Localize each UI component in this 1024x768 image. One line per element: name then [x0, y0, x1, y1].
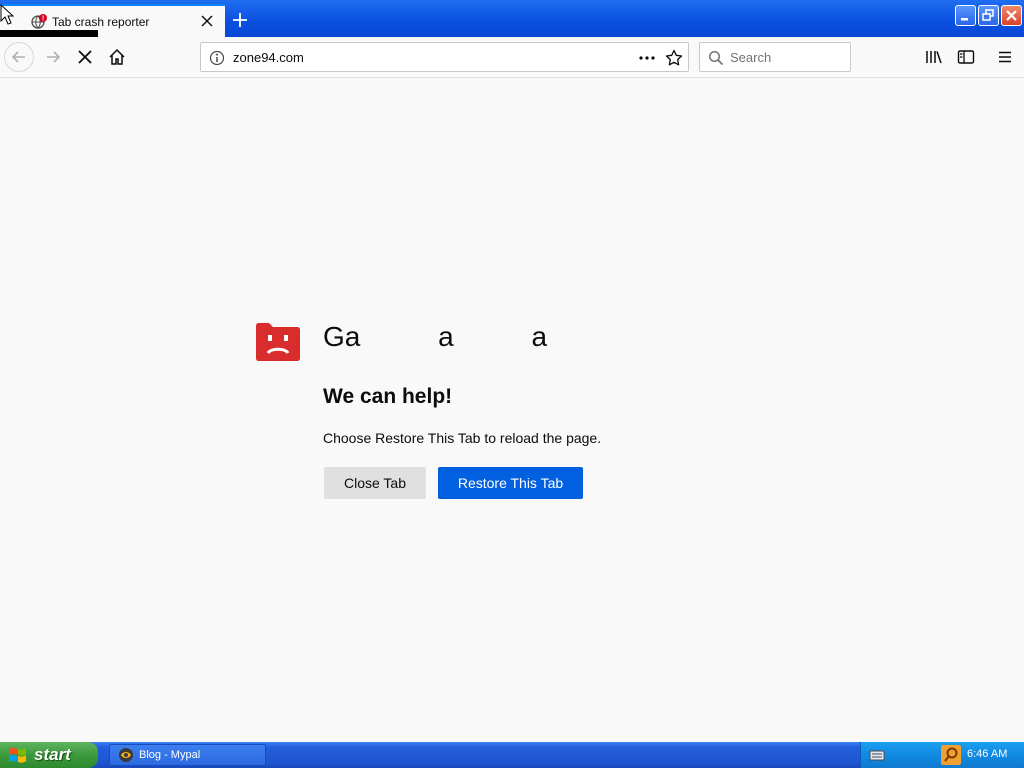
- restore-icon: [982, 9, 994, 21]
- close-window-icon: [1006, 10, 1017, 21]
- home-button[interactable]: [103, 43, 131, 71]
- keyboard-icon[interactable]: [869, 748, 885, 762]
- crash-title: Ga a a: [323, 321, 548, 352]
- mouse-cursor-icon: [0, 4, 14, 25]
- close-icon[interactable]: [199, 13, 215, 29]
- sidebar-button[interactable]: [952, 43, 980, 71]
- home-icon: [109, 48, 125, 65]
- close-tab-button[interactable]: Close Tab: [324, 467, 426, 499]
- search-input[interactable]: [730, 48, 845, 66]
- url-bar[interactable]: zone94.com: [200, 42, 689, 72]
- menu-button[interactable]: [991, 43, 1019, 71]
- back-button[interactable]: [4, 42, 34, 72]
- tab-badge: !: [42, 16, 44, 23]
- minimize-icon: [961, 18, 968, 21]
- system-tray: 6:46 AM: [860, 742, 1024, 768]
- window-controls: [955, 5, 1022, 27]
- stop-icon: [78, 50, 92, 64]
- taskbar: start Blog - Mypal 6:46 AM: [0, 742, 1024, 768]
- back-arrow-icon: [11, 51, 25, 63]
- crash-page: Ga a a We can help! Choose Restore This …: [0, 78, 1024, 742]
- stop-button[interactable]: [71, 43, 99, 71]
- info-icon[interactable]: [209, 50, 225, 66]
- search-box[interactable]: [699, 42, 851, 72]
- navigation-toolbar: zone94.com: [0, 37, 1024, 78]
- url-text: zone94.com: [233, 50, 304, 65]
- help-heading: We can help!: [323, 385, 453, 408]
- tray-search-icon[interactable]: [941, 745, 961, 765]
- forward-button[interactable]: [39, 43, 67, 71]
- restore-tab-button[interactable]: Restore This Tab: [438, 467, 583, 499]
- help-text: Choose Restore This Tab to reload the pa…: [323, 430, 602, 446]
- globe-alert-icon: !: [31, 14, 47, 29]
- minimize-button[interactable]: [955, 5, 976, 26]
- mypal-app-icon: [119, 748, 133, 762]
- start-label: start: [34, 745, 71, 764]
- sad-tab-icon: [256, 323, 300, 361]
- page-actions-icon[interactable]: [638, 50, 656, 66]
- close-window-button[interactable]: [1001, 5, 1022, 26]
- bookmark-star-icon[interactable]: [665, 49, 683, 67]
- tab-crash-reporter[interactable]: ! Tab crash reporter: [0, 4, 225, 48]
- menu-icon: [999, 51, 1011, 63]
- forward-arrow-icon: [47, 51, 61, 63]
- tab-strip: ! Tab crash reporter: [0, 0, 1024, 48]
- clock: 6:46 AM: [967, 748, 1008, 760]
- search-icon: [708, 50, 724, 66]
- taskbar-item-mypal[interactable]: Blog - Mypal: [109, 744, 266, 766]
- restore-button[interactable]: [978, 5, 999, 26]
- taskbar-item-label: Blog - Mypal: [139, 749, 201, 761]
- library-icon: [926, 51, 942, 64]
- tab-title: Tab crash reporter: [52, 15, 150, 29]
- start-button[interactable]: start: [0, 742, 98, 768]
- library-button[interactable]: [920, 43, 948, 71]
- new-tab-plus-icon[interactable]: [229, 9, 251, 31]
- sidebar-icon: [957, 50, 975, 64]
- windows-flag-icon: [9, 747, 26, 763]
